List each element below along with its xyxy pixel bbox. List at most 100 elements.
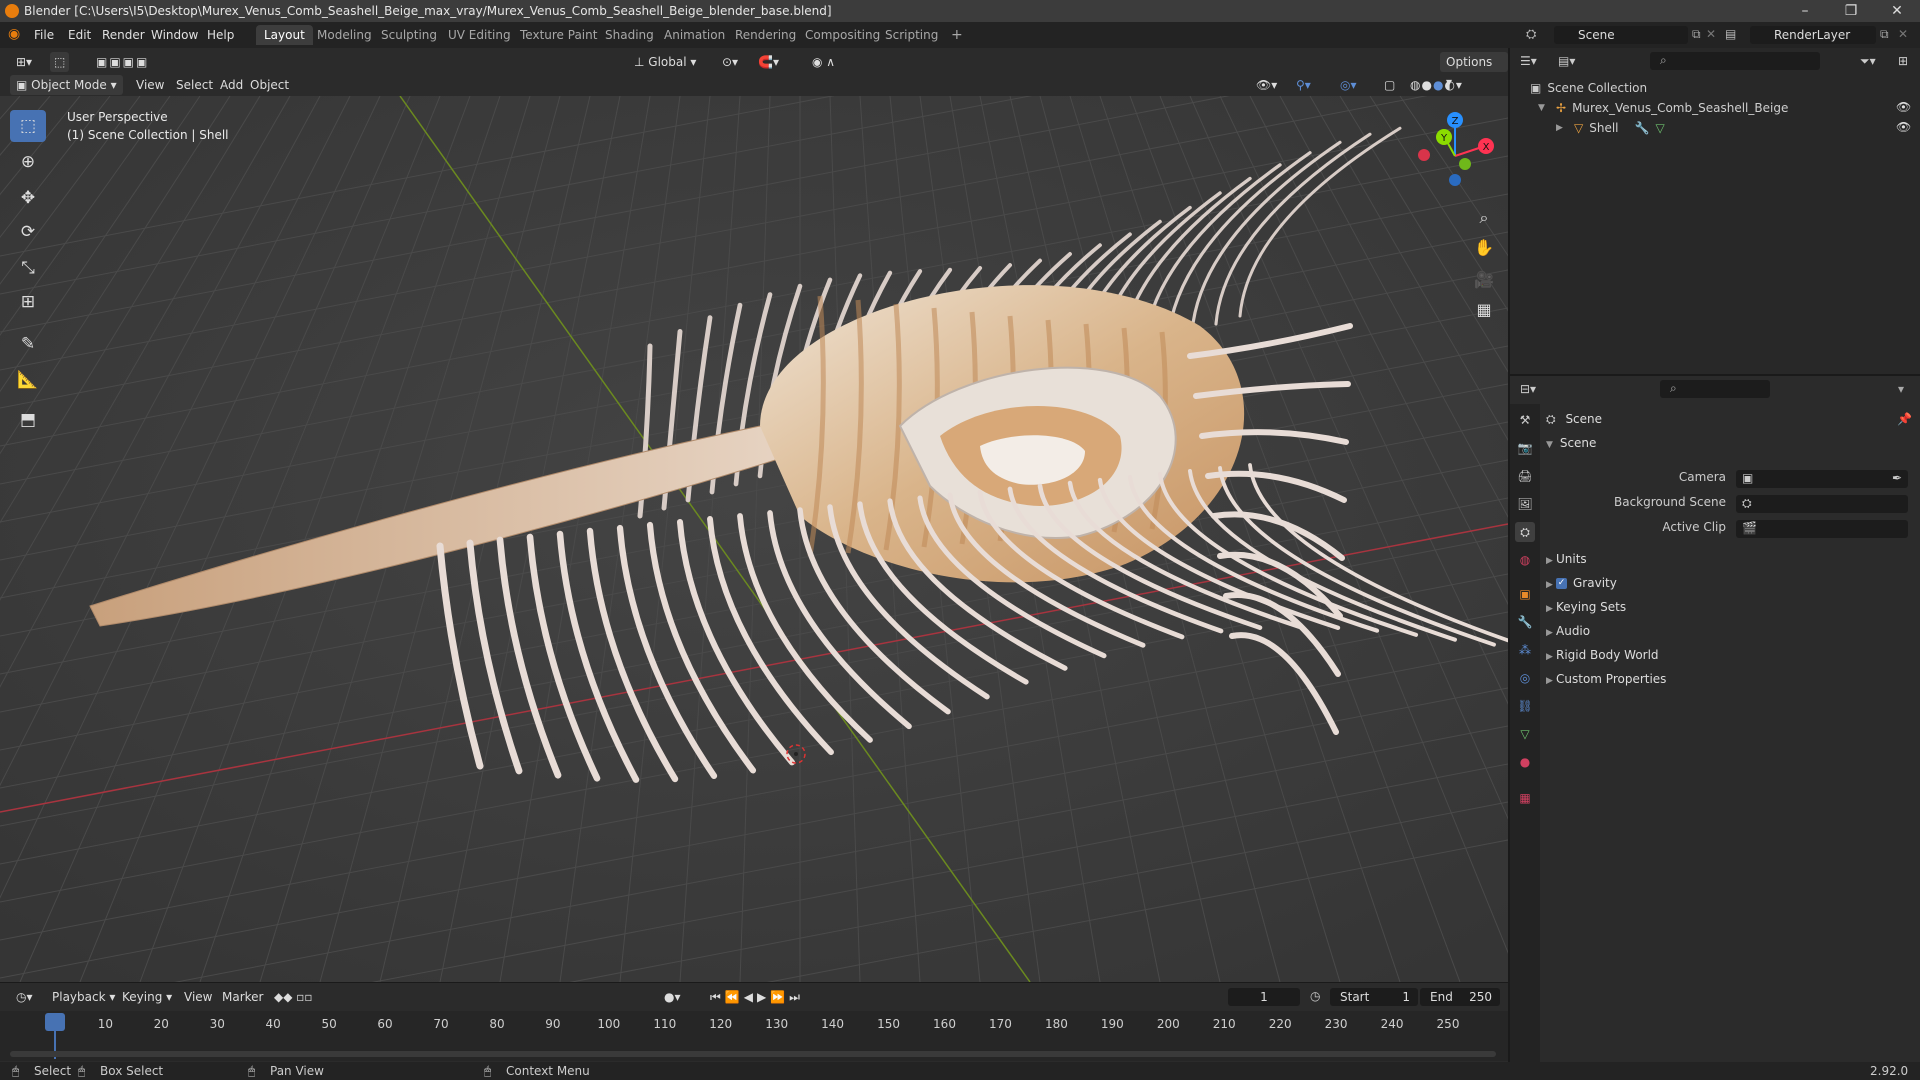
keying-sets-panel-header[interactable]: ▶ Keying Sets bbox=[1546, 596, 1916, 618]
auto-keying-icon[interactable]: ●▾ bbox=[658, 987, 687, 1007]
timeline-menu-playback[interactable]: Playback ▾ bbox=[46, 987, 121, 1007]
tab-texture-paint[interactable]: Texture Paint bbox=[512, 25, 605, 45]
delete-scene-icon[interactable]: ✕ bbox=[1706, 27, 1716, 41]
tab-shading[interactable]: Shading bbox=[597, 25, 662, 45]
blender-menu-icon[interactable]: ◉ bbox=[8, 26, 20, 42]
tab-modeling[interactable]: Modeling bbox=[309, 25, 380, 45]
transform-tool-icon[interactable]: ⊞ bbox=[10, 286, 46, 318]
annotate-tool-icon[interactable]: ✎ bbox=[10, 328, 46, 360]
zoom-view-icon[interactable]: ⌕ bbox=[1470, 204, 1498, 232]
current-frame-field[interactable]: 1 bbox=[1228, 988, 1300, 1006]
select-tool-icon[interactable]: ⬚ bbox=[50, 52, 70, 72]
menu-file[interactable]: File bbox=[34, 28, 54, 42]
texture-tab-icon[interactable]: ▦ bbox=[1515, 788, 1535, 808]
add-cube-tool-icon[interactable]: ⬒ bbox=[10, 404, 46, 436]
timeline-menu-keying[interactable]: Keying ▾ bbox=[116, 987, 178, 1007]
selection-mode-icons[interactable]: ▣▣▣▣ bbox=[90, 52, 155, 72]
timeline-scrollbar[interactable] bbox=[10, 1051, 1496, 1057]
audio-panel-header[interactable]: ▶ Audio bbox=[1546, 620, 1916, 642]
add-workspace-button[interactable]: + bbox=[943, 25, 971, 45]
expand-arrow-icon[interactable]: ▶ bbox=[1556, 123, 1566, 133]
cursor-tool-icon[interactable]: ⊕ bbox=[10, 146, 46, 178]
options-dropdown[interactable]: Options ▾ bbox=[1440, 52, 1508, 89]
preview-range-icon[interactable]: ◷ bbox=[1310, 989, 1320, 1003]
camera-view-icon[interactable]: 🎥 bbox=[1470, 266, 1498, 294]
particles-tab-icon[interactable]: ⁂ bbox=[1515, 640, 1535, 660]
rotate-tool-icon[interactable]: ⟳ bbox=[10, 216, 46, 248]
visibility-eye-icon[interactable]: 👁 bbox=[1896, 120, 1911, 134]
start-frame-field[interactable]: Start 1 bbox=[1330, 988, 1418, 1006]
material-tab-icon[interactable]: ● bbox=[1515, 752, 1535, 772]
data-tab-icon[interactable]: ▽ bbox=[1515, 724, 1535, 744]
delete-layer-icon[interactable]: ✕ bbox=[1898, 27, 1908, 41]
outliner-editor-type-icon[interactable]: ☰▾ bbox=[1520, 54, 1537, 68]
filter-icon[interactable]: ⏷▾ bbox=[1860, 54, 1876, 69]
gizmo-neg-x[interactable] bbox=[1418, 149, 1430, 161]
gravity-panel-header[interactable]: ▶ ✓ Gravity bbox=[1546, 572, 1916, 594]
mesh-data-icon[interactable]: ▽ bbox=[1655, 121, 1664, 135]
ortho-toggle-icon[interactable]: ▦ bbox=[1470, 296, 1498, 324]
keyframe-icons[interactable]: ◆◆ ▫▫ bbox=[268, 987, 319, 1007]
modifier-wrench-icon[interactable]: 🔧 bbox=[1635, 121, 1650, 135]
tab-animation[interactable]: Animation bbox=[656, 25, 733, 45]
tab-compositing[interactable]: Compositing bbox=[797, 25, 888, 45]
outliner-item-murex[interactable]: ▼ ✢ Murex_Venus_Comb_Seashell_Beige bbox=[1538, 98, 1788, 118]
active-clip-field[interactable]: 🎬 bbox=[1736, 520, 1908, 538]
maximize-button[interactable]: ❐ bbox=[1828, 0, 1874, 22]
navigation-gizmo[interactable]: Z X Y bbox=[1410, 96, 1500, 196]
menu-edit[interactable]: Edit bbox=[68, 28, 91, 42]
scene-collection-row[interactable]: ▣ Scene Collection bbox=[1530, 78, 1647, 98]
tab-rendering[interactable]: Rendering bbox=[727, 25, 804, 45]
measure-tool-icon[interactable]: 📐 bbox=[10, 364, 46, 396]
mode-selector[interactable]: ▣ Object Mode ▾ bbox=[10, 75, 123, 95]
constraints-tab-icon[interactable]: ⛓ bbox=[1515, 696, 1535, 716]
timeline-editor-type-icon[interactable]: ◷▾ bbox=[10, 987, 39, 1007]
tab-sculpting[interactable]: Sculpting bbox=[373, 25, 445, 45]
custom-properties-panel-header[interactable]: ▶ Custom Properties bbox=[1546, 668, 1916, 690]
visibility-icon[interactable]: 👁▾ bbox=[1250, 75, 1283, 95]
display-mode-icon[interactable]: ▤▾ bbox=[1558, 54, 1575, 68]
overlays-icon[interactable]: ◎▾ bbox=[1334, 75, 1363, 95]
timeline-menu-view[interactable]: View bbox=[178, 987, 218, 1007]
viewport-menu-view[interactable]: View bbox=[130, 75, 170, 95]
outliner-search-input[interactable] bbox=[1650, 52, 1820, 70]
physics-tab-icon[interactable]: ◎ bbox=[1515, 668, 1535, 688]
object-tab-icon[interactable]: ▣ bbox=[1515, 584, 1535, 604]
scene-selector[interactable]: Scene bbox=[1554, 26, 1688, 44]
tab-layout[interactable]: Layout bbox=[256, 25, 313, 45]
scene-tab-icon[interactable]: ⛭ bbox=[1515, 522, 1535, 542]
menu-help[interactable]: Help bbox=[207, 28, 234, 42]
menu-render[interactable]: Render bbox=[102, 28, 145, 42]
output-tab-icon[interactable]: 🖨 bbox=[1515, 466, 1535, 486]
3d-viewport[interactable]: User Perspective (1) Scene Collection | … bbox=[0, 96, 1508, 982]
eyedropper-icon[interactable]: ✒ bbox=[1892, 471, 1902, 485]
render-layer-selector[interactable]: RenderLayer bbox=[1750, 26, 1876, 44]
gizmo-neg-z[interactable] bbox=[1449, 174, 1461, 186]
world-tab-icon[interactable]: ◍ bbox=[1515, 550, 1535, 570]
tool-tab-icon[interactable]: ⚒ bbox=[1515, 410, 1535, 430]
playback-controls[interactable]: ⏮⏪◀▶⏩⏭ bbox=[704, 987, 810, 1007]
gizmo-neg-y[interactable] bbox=[1459, 158, 1471, 170]
pin-icon[interactable]: 📌 bbox=[1897, 408, 1912, 430]
end-frame-field[interactable]: End 250 bbox=[1420, 988, 1500, 1006]
new-scene-icon[interactable]: ⧉ bbox=[1692, 27, 1701, 42]
background-scene-field[interactable]: ⛭ bbox=[1736, 495, 1908, 513]
units-panel-header[interactable]: ▶ Units bbox=[1546, 548, 1916, 570]
minimize-button[interactable]: – bbox=[1782, 0, 1828, 22]
visibility-eye-icon[interactable]: 👁 bbox=[1896, 100, 1911, 114]
tab-uv-editing[interactable]: UV Editing bbox=[440, 25, 519, 45]
timeline-menu-marker[interactable]: Marker bbox=[216, 987, 269, 1007]
editor-type-icon[interactable]: ⊞▾ bbox=[10, 52, 38, 72]
render-tab-icon[interactable]: 📷 bbox=[1515, 438, 1535, 458]
transform-orientation[interactable]: ⊥ Global ▾ bbox=[628, 52, 702, 72]
rigid-body-panel-header[interactable]: ▶ Rigid Body World bbox=[1546, 644, 1916, 666]
scene-panel-header[interactable]: ▼ Scene bbox=[1546, 432, 1916, 454]
gravity-checkbox[interactable]: ✓ bbox=[1556, 578, 1567, 589]
pan-view-icon[interactable]: ✋ bbox=[1470, 234, 1498, 262]
viewport-canvas[interactable] bbox=[0, 96, 1508, 982]
outliner-item-shell[interactable]: ▶ ▽ Shell 🔧 ▽ bbox=[1556, 118, 1665, 138]
pivot-point-icon[interactable]: ⊙▾ bbox=[716, 52, 744, 72]
modifier-tab-icon[interactable]: 🔧 bbox=[1515, 612, 1535, 632]
shading-mode-icons[interactable]: ◍●●◐▾ bbox=[1404, 75, 1469, 95]
close-button[interactable]: ✕ bbox=[1874, 0, 1920, 22]
